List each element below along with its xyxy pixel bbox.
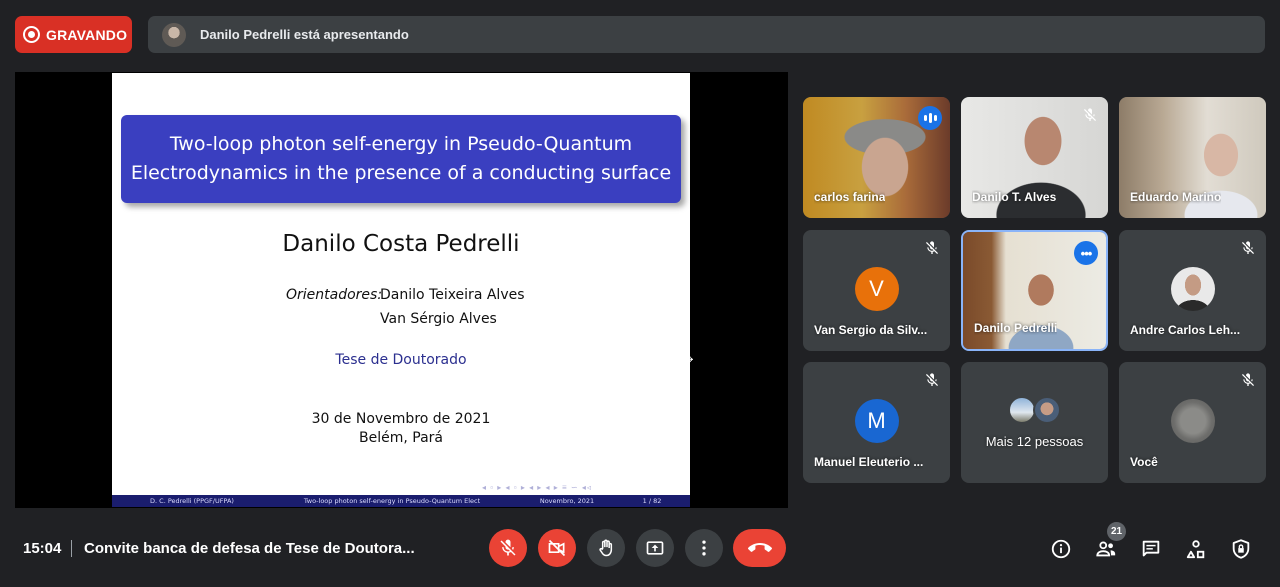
participant-name: Você [1130,455,1158,469]
slide-advisor-2: Van Sérgio Alves [380,311,497,327]
avatar [1170,399,1215,443]
mic-off-icon [926,241,938,254]
participant-name: Eduardo Marino [1130,190,1222,204]
mic-toggle-button[interactable] [489,529,527,567]
presentation-slide: Two-loop photon self-energy in Pseudo-Qu… [112,73,690,507]
slide-title-box: Two-loop photon self-energy in Pseudo-Qu… [121,115,681,203]
more-options-icon[interactable]: ••• [1074,241,1098,265]
slide-date: 30 de Novembro de 2021 [311,411,491,427]
participant-tile-carlos-farina[interactable]: carlos farina [803,97,950,218]
camera-off-icon [548,539,566,557]
slide-author: Danilo Costa Pedrelli [282,231,520,257]
participant-name: Danilo Pedrelli [974,321,1058,335]
slide-title-line-2: Electrodynamics in the presence of a con… [130,162,672,184]
participant-name: Danilo T. Alves [972,190,1057,204]
activities-button[interactable] [1184,537,1208,561]
slide-footer-page: 1 / 82 [642,497,662,505]
slide-footer-title: Two-loop photon self-energy in Pseudo-Qu… [303,497,481,505]
present-screen-button[interactable] [636,529,674,567]
present-screen-icon [646,541,664,555]
presenting-banner: Danilo Pedrelli está apresentando [148,16,1265,53]
participant-tile-danilo-pedrelli[interactable]: ••• Danilo Pedrelli [961,230,1108,351]
avatar [1033,396,1061,424]
camera-toggle-button[interactable] [538,529,576,567]
participant-tile-you[interactable]: Você [1119,362,1266,483]
info-icon [1051,539,1071,559]
more-options-button[interactable] [685,529,723,567]
avatar: V [854,267,899,311]
raise-hand-button[interactable] [587,529,625,567]
host-controls-button[interactable] [1229,537,1253,561]
activities-icon [1186,540,1205,559]
meeting-details-button[interactable] [1049,537,1073,561]
participant-name: Andre Carlos Leh... [1130,323,1241,337]
more-vert-icon [702,540,706,556]
mic-off-icon [1242,373,1254,386]
people-count-badge: 21 [1107,522,1126,541]
raise-hand-icon [599,539,613,557]
people-icon [1096,541,1116,557]
call-end-icon [747,543,772,552]
mic-off-icon [1242,241,1254,254]
mic-off-icon [1084,108,1096,121]
participant-tile-van-sergio[interactable]: V Van Sergio da Silv... [803,230,950,351]
host-controls-icon [1232,539,1250,559]
slide-footer: D. C. Pedrelli (PPGF/UFPA) Two-loop phot… [112,495,690,507]
slide-title-line-1: Two-loop photon self-energy in Pseudo-Qu… [169,133,633,155]
avatar [1008,396,1036,424]
participant-tile-danilo-t-alves[interactable]: Danilo T. Alves [961,97,1108,218]
meeting-title[interactable]: Convite banca de defesa de Tese de Douto… [84,540,415,557]
record-icon [23,26,40,43]
recording-label: GRAVANDO [46,26,128,43]
leave-call-button[interactable] [733,529,786,567]
participant-name: carlos farina [814,190,886,204]
chat-button[interactable] [1139,537,1163,561]
participant-name: Van Sergio da Silv... [814,323,928,337]
beamer-nav-icons: ◂ ▫ ▸ ◂ ▫ ▸ ◂ ▸ ◂ ▸ ≡ ∽ ◂◃ [482,483,592,492]
recording-badge[interactable]: GRAVANDO [15,16,132,53]
chat-icon [1142,540,1160,557]
clock: 15:04 [23,540,62,557]
participant-tile-manuel-eleuterio[interactable]: M Manuel Eleuterio ... [803,362,950,483]
slide-footer-date: Novembro, 2021 [539,497,595,505]
slide-place: Belém, Pará [359,430,443,446]
slide-thesis: Tese de Doutorado [335,352,467,368]
more-people-label: Mais 12 pessoas [985,434,1084,449]
mic-off-icon [500,539,516,556]
presenting-text: Danilo Pedrelli está apresentando [200,27,409,42]
participant-tile-eduardo-marino[interactable]: Eduardo Marino [1119,97,1266,218]
avatar: M [854,399,899,443]
mouse-cursor-icon: ✥ [685,355,694,366]
participant-tile-more-people[interactable]: Mais 12 pessoas [961,362,1108,483]
shared-screen: Two-loop photon self-energy in Pseudo-Qu… [15,72,788,508]
participant-tile-andre-carlos[interactable]: Andre Carlos Leh... [1119,230,1266,351]
speaking-indicator-icon [918,106,942,130]
presenter-avatar [162,22,186,47]
slide-footer-author: D. C. Pedrelli (PPGF/UFPA) [150,497,234,505]
participant-name: Manuel Eleuterio ... [814,455,924,469]
avatar [1170,267,1215,311]
mic-off-icon [926,373,938,386]
slide-advisors-label: Orientadores: [286,287,383,303]
divider [71,540,72,557]
slide-advisor-1: Danilo Teixeira Alves [380,287,525,303]
